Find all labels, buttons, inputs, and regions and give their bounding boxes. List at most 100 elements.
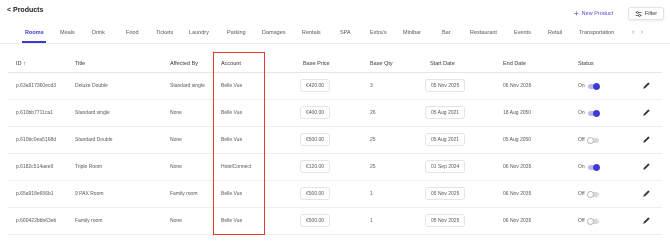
table-row[interactable]: p.660422bbb63eb Family room None Belle Vue €… <box>0 208 670 235</box>
status-label: Off <box>578 218 585 224</box>
cell-affected-by: None <box>170 110 182 116</box>
tab-retail[interactable]: Retail <box>548 30 562 36</box>
tab-rooms[interactable]: Rooms <box>25 30 44 36</box>
pencil-icon[interactable] <box>642 189 651 198</box>
cell-id: p.610bb7711ca1 <box>16 110 53 116</box>
status-toggle[interactable] <box>587 109 600 117</box>
status-toggle[interactable] <box>586 190 599 198</box>
status-label: On <box>578 164 585 170</box>
tab-tickets[interactable]: Tickets <box>156 30 173 36</box>
status-cell: On <box>578 82 600 90</box>
pencil-icon[interactable] <box>642 216 651 225</box>
cell-base-price: €120.00 <box>300 160 331 173</box>
status-cell: Off <box>578 136 599 144</box>
tab-extras[interactable]: Extra's <box>370 30 387 36</box>
cell-id: p.63a917360ecd3 <box>16 83 57 89</box>
status-label: Off <box>578 191 585 197</box>
cell-id: p.660422bbb63eb <box>16 218 57 224</box>
pencil-icon[interactable] <box>642 81 651 90</box>
toggle-knob <box>586 136 594 144</box>
status-cell: Off <box>578 217 599 225</box>
tab-laundry[interactable]: Laundry <box>189 30 209 36</box>
cell-start-date: 05 Nov 2025 <box>425 79 466 92</box>
cell-start-date: 05 Nov 2025 <box>425 187 466 200</box>
status-toggle[interactable] <box>586 136 599 144</box>
row-divider <box>8 234 662 235</box>
tab-meals[interactable]: Meals <box>60 30 75 36</box>
table-row[interactable]: p.65a918e656b1 9 PAX Room Family room Belle… <box>0 181 670 208</box>
category-tabs: Rooms Meals Drink Food Tickets Laundry P… <box>0 30 670 44</box>
status-cell: On <box>578 163 600 171</box>
pencil-icon[interactable] <box>642 135 651 144</box>
table-row[interactable]: p.610bb7711ca1 Standard single None Belle V… <box>0 100 670 127</box>
cell-end-date: 06 Nov 2035 <box>503 218 532 224</box>
cell-title: Triple Room <box>75 164 103 170</box>
tab-bar[interactable]: Bar <box>442 30 451 36</box>
status-toggle[interactable] <box>587 163 600 171</box>
tab-rentals[interactable]: Rentals <box>302 30 321 36</box>
cell-title: Standard single <box>75 110 110 116</box>
cell-base-qty: 3 <box>370 83 373 89</box>
filter-icon <box>635 10 642 17</box>
filter-label: Filter <box>644 10 658 17</box>
column-header-title[interactable]: Title <box>75 61 85 67</box>
cell-base-qty: 1 <box>370 191 373 197</box>
table-row[interactable]: p.610bc0ea5168d Standard Double None Belle … <box>0 127 670 154</box>
table-row[interactable]: p.6182c514aee9 Triple Room None HotelConnec… <box>0 154 670 181</box>
cell-start-date: 05 Nov 2025 <box>425 214 466 227</box>
cell-title: Standard Double <box>75 137 113 143</box>
cell-base-price: €500.00 <box>300 187 331 200</box>
cell-title: Deluxe Double <box>75 83 108 89</box>
cell-title: Family room <box>75 218 103 224</box>
toggle-knob <box>592 109 600 117</box>
cell-affected-by: None <box>170 137 182 143</box>
column-header-base-qty[interactable]: Base Qty <box>370 61 393 67</box>
tab-drink[interactable]: Drink <box>92 30 105 36</box>
pencil-icon[interactable] <box>642 162 651 171</box>
plus-icon: + <box>574 9 579 18</box>
tab-transportation[interactable]: Transportation <box>579 30 614 36</box>
cell-start-date: 05 Aug 2021 <box>425 133 466 146</box>
tab-food[interactable]: Food <box>126 30 139 36</box>
back-link[interactable]: < Products <box>7 7 43 14</box>
pencil-icon[interactable] <box>642 108 651 117</box>
filter-button[interactable]: Filter <box>628 7 664 20</box>
cell-base-qty: 25 <box>370 164 376 170</box>
tab-restaurant[interactable]: Restaurant <box>470 30 497 36</box>
cell-base-qty: 26 <box>370 110 376 116</box>
cell-affected-by: None <box>170 164 182 170</box>
status-toggle[interactable] <box>587 82 600 90</box>
cell-affected-by: None <box>170 218 182 224</box>
status-label: On <box>578 83 585 89</box>
column-header-status[interactable]: Status <box>578 61 594 67</box>
status-label: Off <box>578 137 585 143</box>
column-header-end-date[interactable]: End Date <box>503 61 526 67</box>
cell-base-price: €500.00 <box>300 133 331 146</box>
table-row[interactable]: p.63a917360ecd3 Deluxe Double Standard sin… <box>0 73 670 100</box>
status-toggle[interactable] <box>586 217 599 225</box>
cell-start-date: 01 Sep 2024 <box>425 160 466 173</box>
cell-title: 9 PAX Room <box>75 191 104 197</box>
cell-end-date: 05 Aug 2050 <box>503 137 532 143</box>
tab-spa[interactable]: SPA <box>340 30 351 36</box>
cell-base-price: €400.00 <box>300 106 331 119</box>
cell-base-qty: 1 <box>370 218 373 224</box>
cell-end-date: 06 Nov 2035 <box>503 164 532 170</box>
chevron-left-icon[interactable]: ‹ <box>632 29 634 36</box>
toggle-knob <box>592 163 600 171</box>
cell-base-price: €420.00 <box>300 79 331 92</box>
tab-damages[interactable]: Damages <box>262 30 286 36</box>
column-header-start-date[interactable]: Start Date <box>430 61 455 67</box>
table-header: ID ↑ Title Affected By Account Base Pric… <box>0 58 670 71</box>
column-header-base-price[interactable]: Base Price <box>303 61 330 67</box>
cell-end-date: 06 Nov 2035 <box>503 83 532 89</box>
new-product-button[interactable]: + New Product <box>574 10 613 18</box>
column-header-id[interactable]: ID ↑ <box>16 61 26 67</box>
tab-minibar[interactable]: Minibar <box>403 30 421 36</box>
tabs-divider <box>0 43 670 44</box>
tab-events[interactable]: Events <box>514 30 531 36</box>
column-header-affected-by[interactable]: Affected By <box>170 61 198 67</box>
chevron-right-icon[interactable]: › <box>641 29 643 36</box>
tab-parking[interactable]: Parking <box>227 30 246 36</box>
cell-end-date: 18 Aug 2050 <box>503 110 532 116</box>
